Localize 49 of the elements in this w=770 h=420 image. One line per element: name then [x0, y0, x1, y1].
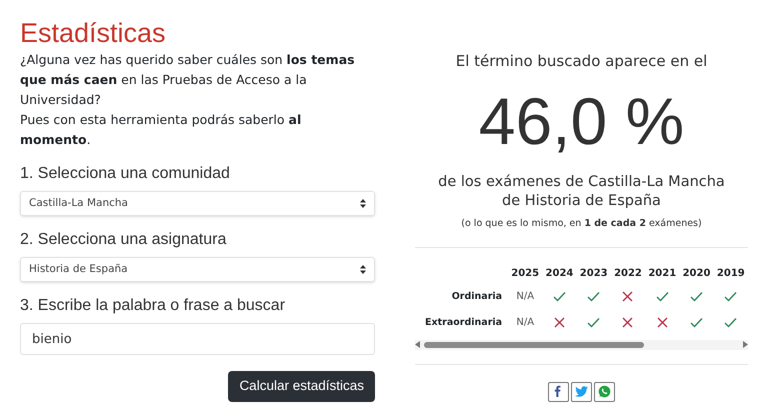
chat-bubble-icon	[597, 384, 612, 400]
page-title: Estadísticas	[20, 17, 167, 50]
check-icon	[690, 291, 704, 302]
check-icon	[656, 291, 669, 302]
step-label: 2. Selecciona una asignatura	[20, 230, 228, 250]
step-label: 1. Selecciona una comunidad	[20, 164, 231, 184]
share-button[interactable]	[571, 382, 592, 402]
result-text: de Historia de España	[502, 192, 661, 210]
scrollbar[interactable]	[415, 340, 748, 350]
check-icon	[690, 317, 704, 328]
column-header: 2020	[682, 267, 712, 282]
check-icon	[587, 291, 600, 302]
column-header: 2023	[578, 267, 609, 282]
table-cell: N/A	[516, 291, 534, 302]
result-text: de los exámenes de Castilla-La Mancha	[438, 172, 725, 192]
scroll-left-icon[interactable]	[415, 341, 421, 348]
percentage-value: 46,0 %	[478, 84, 684, 156]
result-note: (o lo que es lo mismo, en 1 de cada 2 exámenes)	[461, 216, 702, 230]
column-header: 2021	[647, 267, 678, 282]
cross-icon	[621, 291, 634, 302]
row-header: Ordinaria	[450, 290, 504, 304]
check-icon	[724, 317, 738, 328]
check-icon	[724, 291, 738, 302]
intro-text: ¿Alguna vez has querido saber cuáles son los temas que más caen en las Pruebas de Acceso a la Universidad?	[20, 51, 356, 109]
bird-icon	[574, 384, 589, 400]
share-button[interactable]	[548, 382, 569, 402]
column-header: 2019	[716, 267, 746, 282]
column-header: 2024	[544, 267, 574, 282]
check-icon	[587, 317, 600, 328]
cross-icon	[656, 317, 669, 328]
column-header: 2025	[510, 267, 540, 282]
cross-icon	[552, 317, 566, 328]
column-header: 2022	[613, 267, 643, 282]
scrollbar-thumb[interactable]	[424, 342, 644, 348]
sort-arrows-icon	[360, 265, 366, 274]
table-cell: N/A	[516, 317, 534, 328]
share-button[interactable]	[594, 382, 615, 402]
result-lead: El término buscado aparece en el	[456, 51, 708, 72]
step-label: 3. Escribe la palabra o frase a buscar	[20, 296, 286, 316]
sort-arrows-icon	[360, 199, 366, 208]
intro-text: Pues con esta herramienta podrás saberlo al momento.	[20, 111, 302, 149]
select-field[interactable]: Historia de España	[20, 257, 375, 282]
cross-icon	[621, 317, 634, 328]
row-header: Extraordinaria	[425, 316, 504, 330]
scroll-right-icon[interactable]	[742, 341, 748, 348]
calculate-button[interactable]: Calcular estadísticas	[228, 371, 375, 402]
select-field[interactable]: Castilla-La Mancha	[20, 191, 375, 216]
check-icon	[552, 291, 566, 302]
text-input-field[interactable]: bienio	[20, 323, 375, 355]
